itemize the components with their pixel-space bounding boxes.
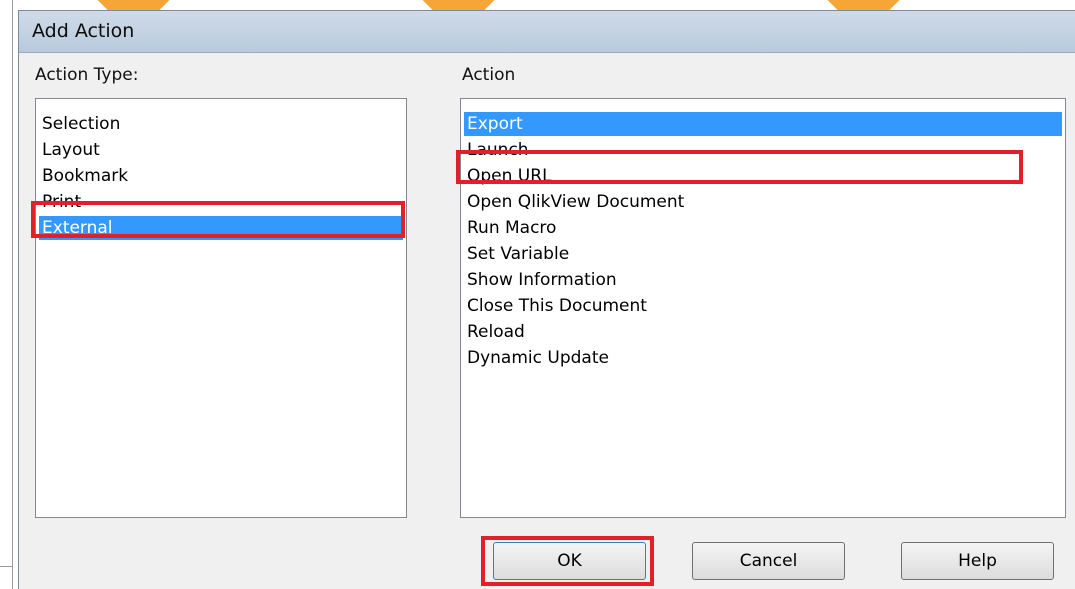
action-type-item-external[interactable]: External <box>39 216 403 240</box>
cancel-button[interactable]: Cancel <box>692 542 845 580</box>
action-type-label: Action Type: <box>35 65 139 85</box>
action-type-item-print[interactable]: Print <box>39 190 403 214</box>
action-item-launch[interactable]: Launch <box>464 138 1062 162</box>
action-item-dynamic-update[interactable]: Dynamic Update <box>464 346 1062 370</box>
action-type-listbox[interactable]: Selection Layout Bookmark Print External <box>35 98 407 518</box>
window-edge-tick <box>0 566 12 567</box>
action-type-item-bookmark[interactable]: Bookmark <box>39 164 403 188</box>
action-type-item-layout[interactable]: Layout <box>39 138 403 162</box>
action-item-run-macro[interactable]: Run Macro <box>464 216 1062 240</box>
action-listbox[interactable]: Export Launch Open URL Open QlikView Doc… <box>460 98 1066 518</box>
action-item-export[interactable]: Export <box>464 112 1062 136</box>
dialog-title-bar[interactable]: Add Action <box>19 11 1075 53</box>
ok-button[interactable]: OK <box>493 542 646 580</box>
action-label: Action <box>462 65 516 85</box>
action-type-item-selection[interactable]: Selection <box>39 112 403 136</box>
action-item-set-variable[interactable]: Set Variable <box>464 242 1062 266</box>
add-action-dialog: Add Action Action Type: Action Selection… <box>18 10 1075 589</box>
action-item-close-this-document[interactable]: Close This Document <box>464 294 1062 318</box>
screenshot-canvas: Add Action Action Type: Action Selection… <box>0 0 1075 589</box>
dialog-title: Add Action <box>32 20 135 42</box>
action-item-reload[interactable]: Reload <box>464 320 1062 344</box>
action-item-open-qlikview-document[interactable]: Open QlikView Document <box>464 190 1062 214</box>
action-item-open-url[interactable]: Open URL <box>464 164 1062 188</box>
help-button[interactable]: Help <box>901 542 1054 580</box>
background-window-edge <box>0 0 13 589</box>
action-item-show-information[interactable]: Show Information <box>464 268 1062 292</box>
